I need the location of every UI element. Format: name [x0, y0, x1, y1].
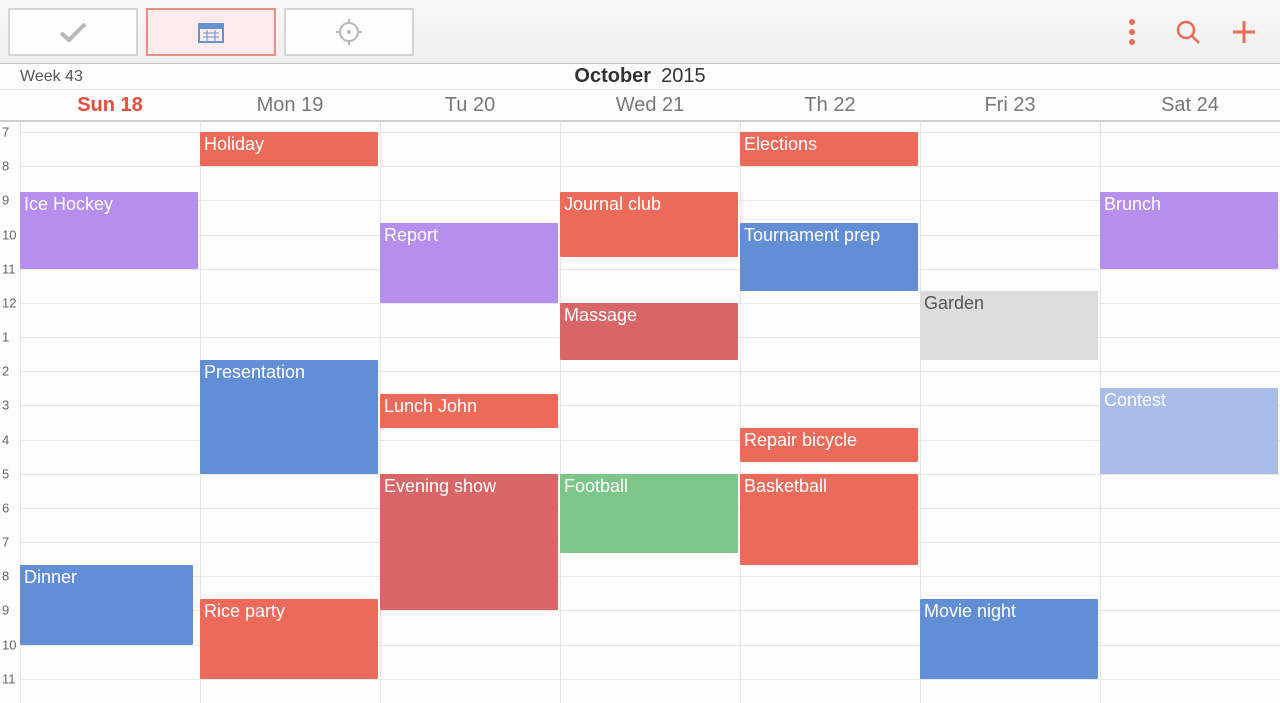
day-header[interactable]: Th 22 [740, 90, 920, 120]
hour-label: 10 [2, 227, 16, 242]
event-block[interactable]: Brunch [1100, 192, 1278, 269]
calendar-grid[interactable]: 7891011121234567891011 HolidayElectionsI… [0, 122, 1280, 703]
check-icon [58, 20, 88, 44]
hour-label: 1 [2, 330, 9, 345]
day-headers: Sun 18Mon 19Tu 20Wed 21Th 22Fri 23Sat 24 [0, 90, 1280, 122]
hour-label: 12 [2, 295, 16, 310]
day-header[interactable]: Sun 18 [20, 90, 200, 120]
todo-tab[interactable] [8, 8, 138, 56]
month-year: October 2015 [574, 65, 705, 88]
event-block[interactable]: Rice party [200, 599, 378, 679]
event-block[interactable]: Massage [560, 303, 738, 360]
event-block[interactable]: Football [560, 474, 738, 554]
events-layer: Holiday Elections Ice Hockey Journal club Br… [20, 122, 1280, 703]
hour-label: 2 [2, 364, 9, 379]
hour-label: 7 [2, 535, 9, 550]
calendar-icon [198, 21, 224, 43]
week-label: Week 43 [20, 68, 83, 86]
event-block[interactable]: Lunch John [380, 394, 558, 428]
top-toolbar [0, 0, 1280, 64]
event-block[interactable]: Report [380, 223, 558, 303]
month-label: October [574, 65, 651, 87]
plus-icon [1231, 19, 1257, 45]
hour-label: 7 [2, 125, 9, 140]
hour-label: 3 [2, 398, 9, 413]
event-block[interactable]: Holiday [200, 132, 378, 166]
day-header[interactable]: Tu 20 [380, 90, 560, 120]
search-icon [1175, 19, 1201, 45]
hour-label: 4 [2, 432, 9, 447]
hour-label: 11 [2, 261, 16, 276]
hour-label: 9 [2, 603, 9, 618]
event-block[interactable]: Garden [920, 291, 1098, 359]
search-button[interactable] [1160, 4, 1216, 60]
event-block[interactable]: Movie night [920, 599, 1098, 679]
day-header[interactable]: Sat 24 [1100, 90, 1280, 120]
event-block[interactable]: Basketball [740, 474, 918, 565]
hour-label: 10 [2, 637, 16, 652]
hour-label: 6 [2, 500, 9, 515]
event-block[interactable]: Presentation [200, 360, 378, 474]
event-block[interactable]: Journal club [560, 192, 738, 257]
day-header[interactable]: Wed 21 [560, 90, 740, 120]
add-button[interactable] [1216, 4, 1272, 60]
hour-label: 11 [2, 671, 16, 686]
hour-gutter: 7891011121234567891011 [0, 122, 20, 703]
year-label: 2015 [661, 65, 706, 87]
hour-label: 9 [2, 193, 9, 208]
header-row: Week 43 October 2015 [0, 64, 1280, 90]
overflow-menu-button[interactable] [1104, 4, 1160, 60]
event-block[interactable]: Ice Hockey [20, 192, 198, 269]
event-block[interactable]: Tournament prep [740, 223, 918, 291]
dots-vertical-icon [1128, 18, 1136, 46]
hour-label: 5 [2, 466, 9, 481]
event-block[interactable]: Repair bicycle [740, 428, 918, 462]
event-block[interactable]: Evening show [380, 474, 558, 611]
day-header[interactable]: Mon 19 [200, 90, 380, 120]
calendar-tab[interactable] [146, 8, 276, 56]
hour-label: 8 [2, 159, 9, 174]
event-block[interactable]: Elections [740, 132, 918, 166]
focus-tab[interactable] [284, 8, 414, 56]
hour-label: 8 [2, 569, 9, 584]
day-header[interactable]: Fri 23 [920, 90, 1100, 120]
target-icon [336, 19, 362, 45]
event-block[interactable]: Contest [1100, 388, 1278, 473]
event-block[interactable]: Dinner [20, 565, 193, 645]
